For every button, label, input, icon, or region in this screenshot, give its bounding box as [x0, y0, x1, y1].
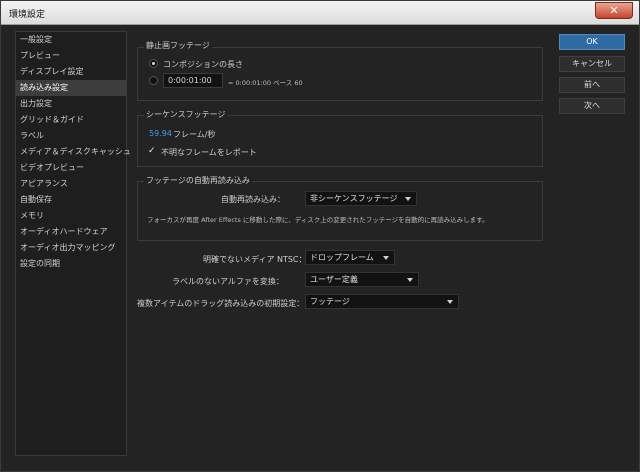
auto-reload-title: フッテージの自動再読み込み — [144, 175, 252, 186]
sidebar-item[interactable]: アピアランス — [16, 176, 126, 192]
sidebar-item[interactable]: ビデオプレビュー — [16, 160, 126, 176]
chevron-down-icon — [407, 278, 413, 282]
preferences-window: 環境設定 ✕ 一般設定 プレビュー ディスプレイ設定 読み込み設定 出力設定 グリッド＆ガ… — [0, 0, 640, 472]
drag-import-value: フッテージ — [310, 297, 350, 306]
sequence-footage-title: シーケンスフッテージ — [144, 109, 228, 120]
ntsc-value: ドロップフレーム — [310, 253, 374, 262]
chevron-down-icon — [447, 300, 453, 304]
report-missing-frames-label: 不明なフレームをレポート — [161, 148, 257, 157]
auto-reload-value: 非シーケンスフッテージ — [310, 194, 398, 203]
still-footage-title: 静止画フッテージ — [144, 40, 212, 51]
chevron-down-icon — [383, 256, 389, 260]
alpha-value: ユーザー定義 — [310, 275, 358, 284]
composition-length-label: コンポジションの長さ — [163, 60, 243, 69]
sidebar-item[interactable]: オーディオ出力マッピング — [16, 240, 126, 256]
sidebar-item[interactable]: ラベル — [16, 128, 126, 144]
title-bar: 環境設定 ✕ — [1, 1, 639, 25]
alpha-label: ラベルのないアルファを変換： — [172, 277, 284, 286]
sidebar-item[interactable]: 出力設定 — [16, 96, 126, 112]
ntsc-dropdown[interactable]: ドロップフレーム — [305, 250, 395, 265]
report-missing-frames-checkbox[interactable]: ✓ — [148, 147, 157, 156]
window-title: 環境設定 — [9, 10, 46, 20]
ok-button[interactable]: OK — [559, 34, 625, 50]
auto-reload-label: 自動再読み込み： — [221, 195, 285, 204]
previous-button[interactable]: 前へ — [559, 77, 625, 93]
category-list: 一般設定 プレビュー ディスプレイ設定 読み込み設定 出力設定 グリッド＆ガイド ラベル メデ… — [15, 31, 131, 456]
duration-timecode-field[interactable]: 0:00:01:00 — [163, 73, 223, 88]
sidebar-item[interactable]: 自動保存 — [16, 192, 126, 208]
auto-reload-dropdown[interactable]: 非シーケンスフッテージ — [305, 191, 417, 206]
sidebar-item[interactable]: グリッド＆ガイド — [16, 112, 126, 128]
fps-unit-label: フレーム/秒 — [173, 130, 216, 139]
sidebar-item[interactable]: 読み込み設定 — [16, 80, 126, 96]
sidebar-item[interactable]: プレビュー — [16, 48, 126, 64]
duration-base-text: = 0:00:01:00 ベース 60 — [228, 79, 303, 87]
auto-reload-note: フォーカスが再度 After Effects に移動した際に、ディスク上の変更さ… — [147, 216, 489, 224]
sidebar-item[interactable]: メディア＆ディスクキャッシュ — [16, 144, 131, 160]
drag-import-dropdown[interactable]: フッテージ — [305, 294, 459, 309]
chevron-down-icon — [405, 197, 411, 201]
sidebar-item[interactable]: 一般設定 — [16, 32, 126, 48]
next-button[interactable]: 次へ — [559, 98, 625, 114]
sidebar-item[interactable]: オーディオハードウェア — [16, 224, 126, 240]
ntsc-label: 明確でないメディア NTSC： — [203, 255, 307, 264]
sidebar-item[interactable]: メモリ — [16, 208, 126, 224]
sidebar-item[interactable]: 設定の同期 — [16, 256, 126, 272]
close-icon: ✕ — [609, 4, 619, 17]
drag-import-label: 複数アイテムのドラッグ読み込みの初期設定： — [137, 299, 305, 308]
fps-value[interactable]: 59.94 — [149, 129, 172, 138]
custom-duration-radio[interactable] — [149, 76, 158, 85]
cancel-button[interactable]: キャンセル — [559, 56, 625, 72]
close-button[interactable]: ✕ — [595, 2, 633, 19]
sidebar-item[interactable]: ディスプレイ設定 — [16, 64, 126, 80]
sequence-footage-group — [137, 115, 543, 167]
alpha-dropdown[interactable]: ユーザー定義 — [305, 272, 419, 287]
auto-reload-group — [137, 181, 543, 241]
composition-length-radio[interactable] — [149, 59, 158, 68]
